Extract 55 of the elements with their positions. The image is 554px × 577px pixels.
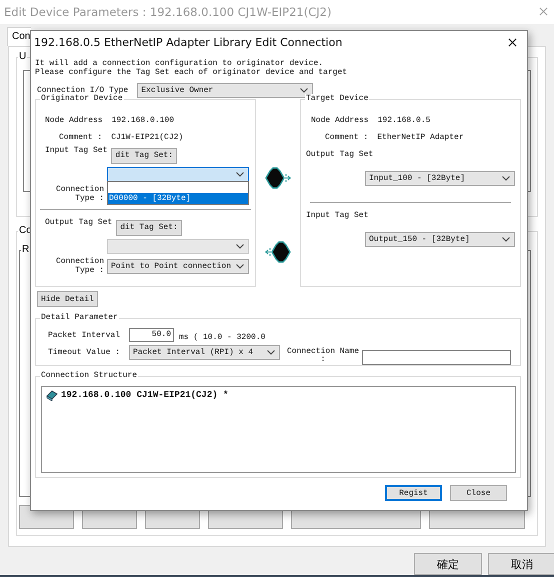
comment-value: CJ1W-EIP21(CJ2) — [111, 133, 184, 142]
group-title: Target Device — [305, 94, 370, 103]
chevron-down-icon — [502, 237, 510, 242]
close-icon[interactable] — [508, 38, 517, 46]
field-label: Comment : — [59, 133, 102, 142]
timeout-dropdown[interactable]: Packet Interval (RPI) x 4 — [129, 345, 280, 360]
field-label: Output Tag Set — [306, 150, 374, 159]
field-label: Output Tag Set — [45, 218, 112, 227]
chevron-down-icon — [236, 172, 244, 177]
instruction-text: Please configure the Tag Set each of originator device and target — [35, 68, 348, 77]
field-label: Node Address — [311, 116, 369, 125]
dialog-button[interactable]: Regist — [385, 485, 442, 501]
field-label: Connection I/O Type — [37, 86, 128, 95]
field-label: Timeout Value : — [48, 348, 122, 357]
dropdown-option[interactable]: D00000 - [32Byte] — [108, 193, 248, 204]
comment-value: EtherNetIP Adapter — [377, 133, 464, 142]
tree-item[interactable]: 192.168.0.100 CJ1W-EIP21(CJ2) * — [61, 390, 228, 400]
group-title: Connection Structure — [40, 371, 138, 380]
field-label: Packet Interval — [48, 330, 122, 340]
field-label: Input Tag Set — [45, 146, 108, 155]
field-label: Comment : — [325, 133, 368, 142]
hide-detail-button[interactable]: Hide Detail — [37, 291, 98, 307]
packet-interval-field[interactable]: 50.0 — [129, 328, 174, 342]
edit-tag-set-button[interactable]: dit Tag Set: — [111, 148, 178, 164]
node-address: 192.168.0.5 — [378, 116, 430, 125]
dialog-button[interactable]: 取消 — [488, 553, 554, 575]
tag-set-dropdown[interactable]: Output_150 - [32Byte] — [365, 232, 515, 247]
node-address: 192.168.0.100 — [112, 116, 174, 125]
dialog-title: 192.168.0.5 EtherNetIP Adapter Library Edit Connection — [34, 36, 344, 48]
right-arrow-icon — [264, 167, 292, 189]
field-label: Input Tag Set — [306, 211, 370, 220]
tag-set-dropdown[interactable]: Input_100 - [32Byte] — [365, 171, 515, 186]
group-label: U — [18, 50, 28, 62]
field-label: Connection Type : — [54, 185, 104, 203]
connection-name-field[interactable] — [362, 350, 512, 365]
dialog-button[interactable]: 確定 — [414, 553, 482, 575]
field-label: Connection Name : — [287, 348, 360, 364]
chevron-down-icon — [236, 244, 244, 249]
chevron-down-icon — [502, 176, 510, 181]
chevron-down-icon — [300, 88, 308, 93]
window-title: Edit Device Parameters : 192.168.0.100 CJ1W-EIP21(CJ2) — [4, 4, 332, 19]
dialog-button[interactable]: Close — [450, 485, 507, 501]
chevron-down-icon — [236, 264, 244, 268]
tab[interactable]: Con — [7, 26, 32, 46]
tag-set-dropdown[interactable] — [107, 167, 249, 182]
field-label: Node Address — [45, 116, 103, 125]
instruction-text: It will add a connection configuration to originator device. — [35, 59, 324, 68]
range-text: ms ( 10.0 - 3200.0 — [179, 332, 266, 342]
group-label: R — [21, 244, 30, 255]
device-icon — [46, 389, 58, 401]
group-title: Detail Parameter — [40, 313, 119, 322]
chevron-down-icon — [267, 350, 275, 355]
group-title: Originator Device — [40, 94, 124, 103]
left-arrow-icon — [264, 241, 292, 263]
field-label: Connection Type : — [54, 257, 104, 275]
